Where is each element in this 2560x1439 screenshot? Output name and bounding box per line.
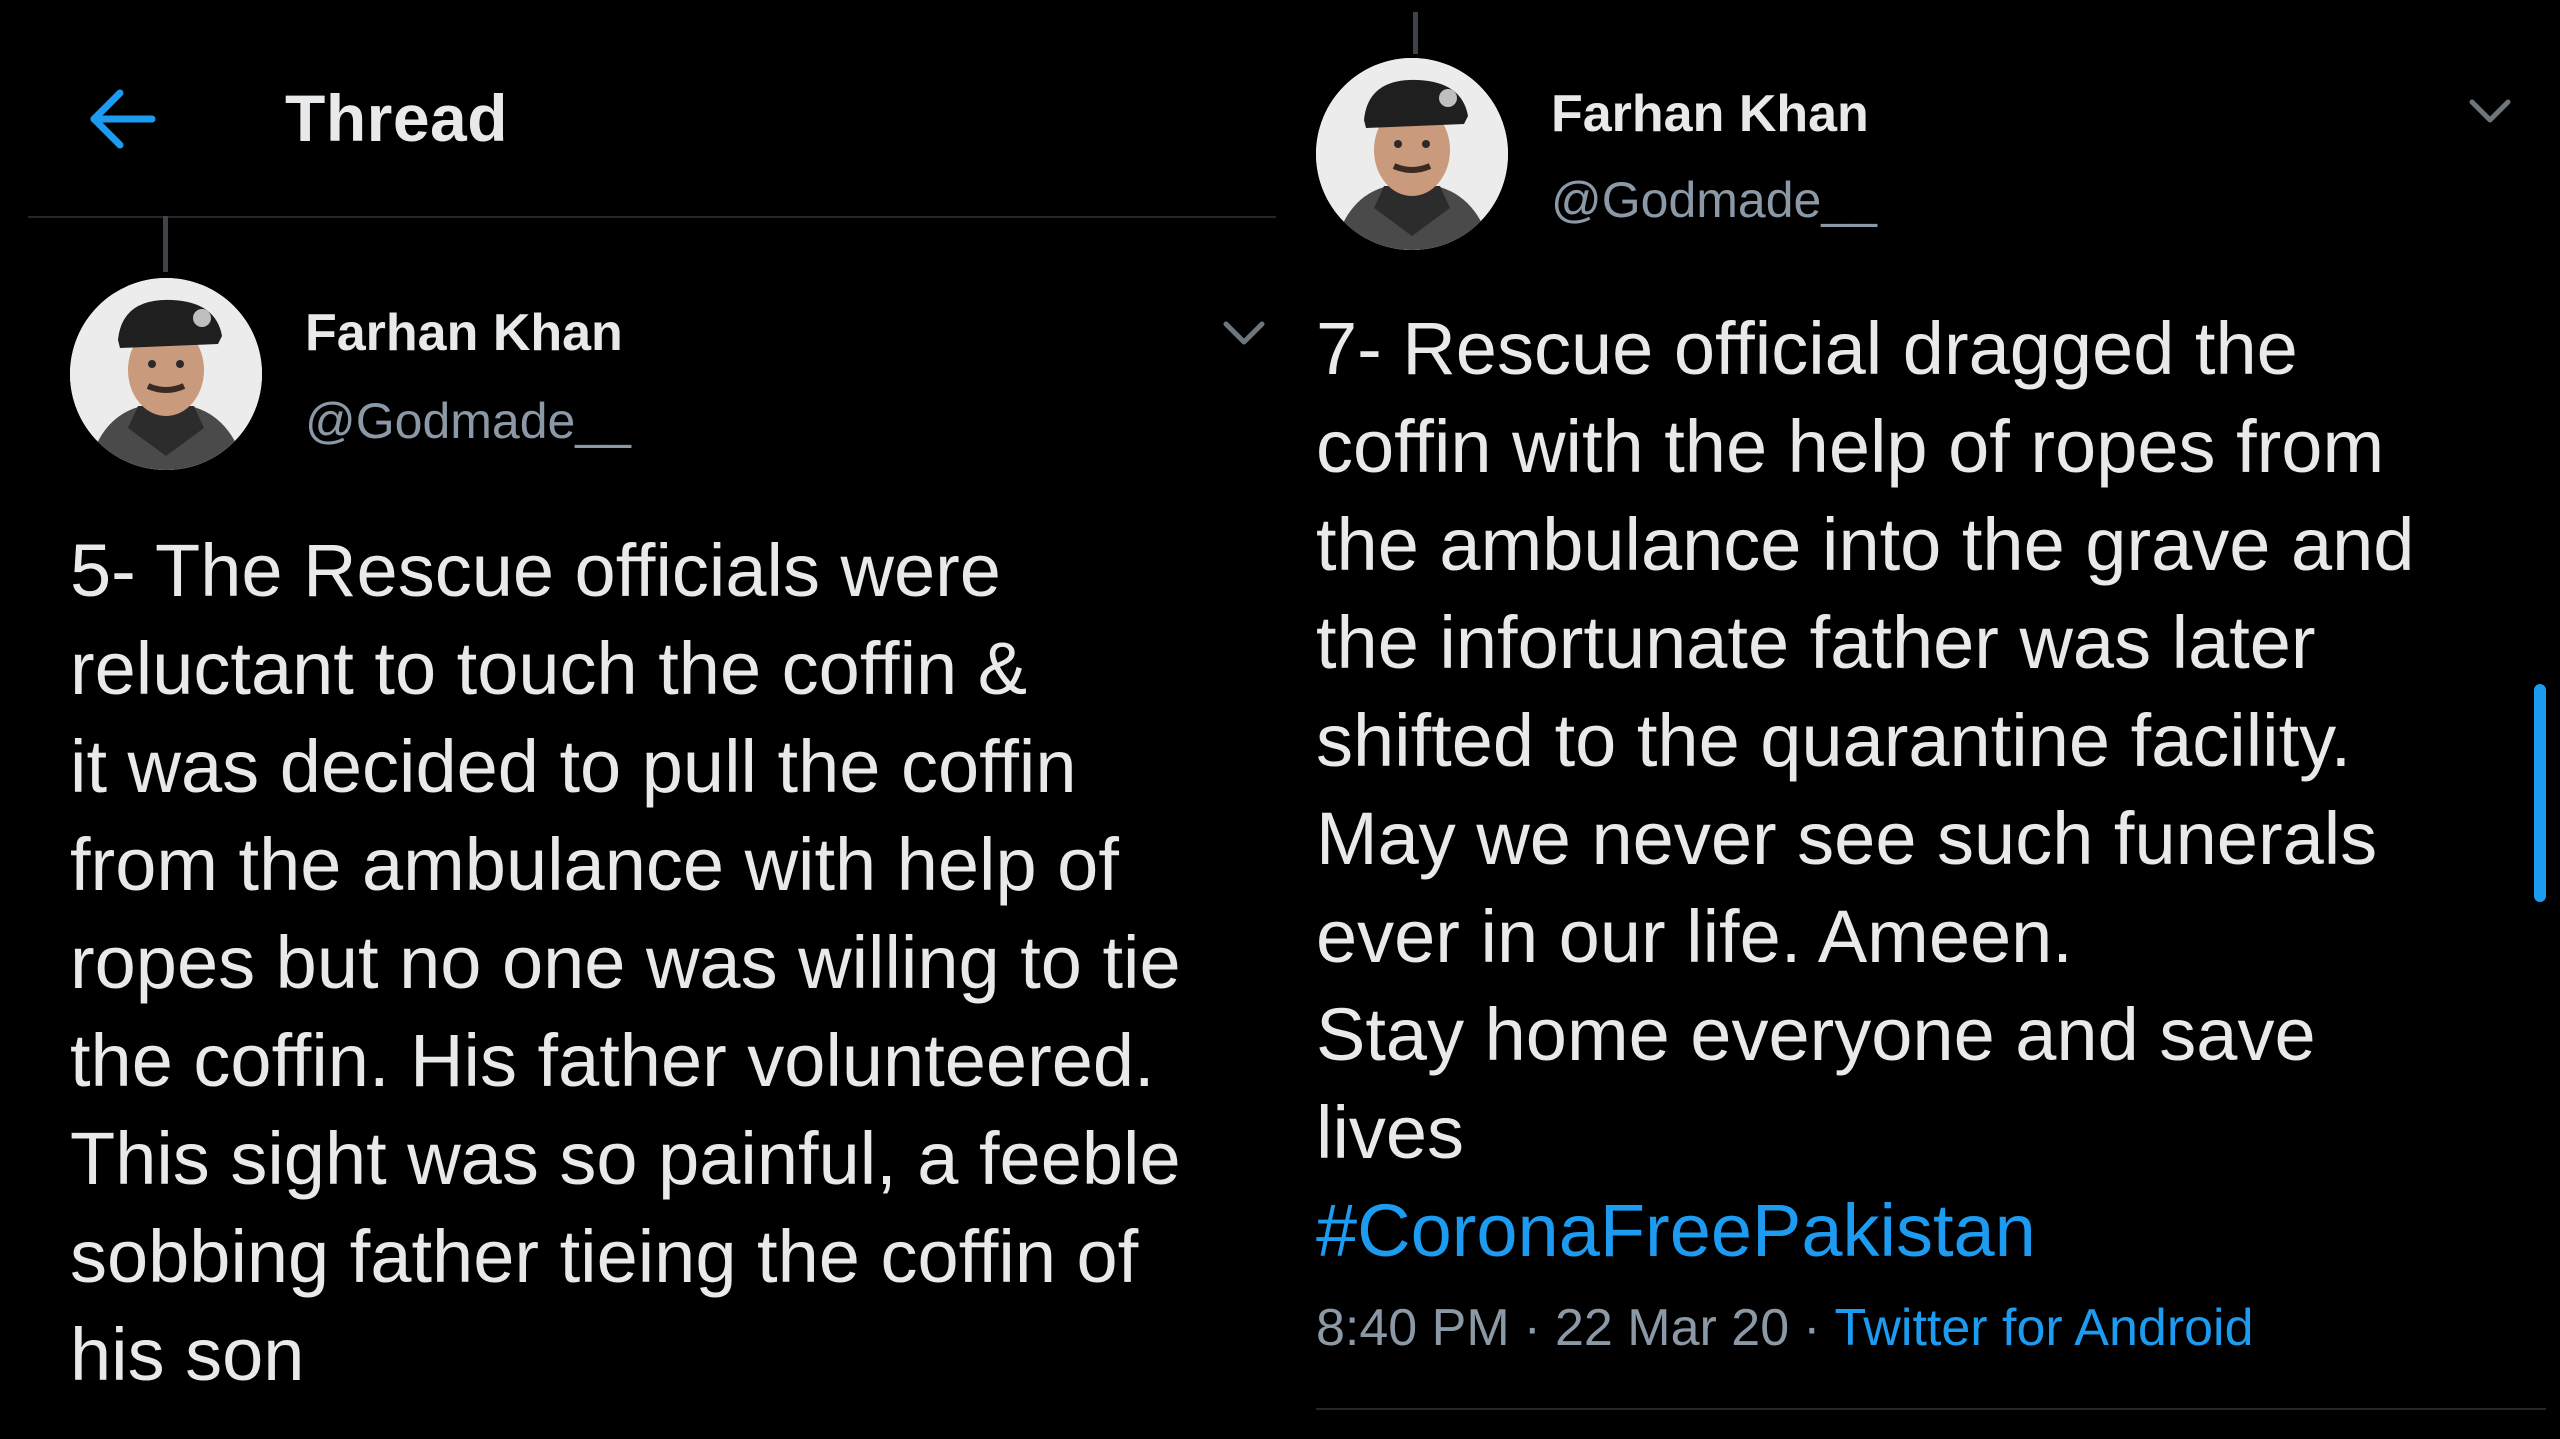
tweet-text-line: ever in our life. Ameen. (1316, 895, 2073, 978)
page-title: Thread (285, 81, 509, 155)
tweet-text-line: the ambulance into the grave and (1316, 503, 2415, 586)
user-display-name[interactable]: Farhan Khan (305, 303, 623, 363)
tweet-text-line: from the ambulance with help of (70, 823, 1119, 906)
tweet-text-line: May we never see such funerals (1316, 797, 2378, 880)
left-thread-panel: Thread Farhan Khan @Godmade__ 5- The Res… (0, 0, 1280, 1439)
avatar-image (1316, 58, 1508, 250)
tweet-text-line: the coffin. His father volunteered. (70, 1019, 1155, 1102)
avatar-image (70, 278, 262, 470)
tweet-date: 22 Mar 20 (1554, 1299, 1790, 1357)
meta-separator: · (1803, 1299, 1821, 1357)
header-divider (28, 216, 1276, 218)
avatar[interactable] (70, 278, 262, 470)
tweet-text-line: 7- Rescue official dragged the (1316, 307, 2298, 390)
tweet-text-line: ropes but no one was willing to tie (70, 921, 1181, 1004)
tweet-text-line: his son (70, 1313, 305, 1396)
tweet-source-link[interactable]: Twitter for Android (1834, 1299, 2253, 1357)
avatar[interactable] (1316, 58, 1508, 250)
tweet-text-line: reluctant to touch the coffin & (70, 627, 1028, 710)
user-handle[interactable]: @Godmade__ (1551, 171, 1877, 229)
tweet-text-line: Stay home everyone and save (1316, 993, 2316, 1076)
thread-connector-line (1413, 12, 1418, 54)
tweet-text-line: shifted to the quarantine facility. (1316, 699, 2352, 782)
user-handle[interactable]: @Godmade__ (305, 392, 631, 450)
tweet-text-line: 5- The Rescue officials were (70, 529, 1001, 612)
tweet-text-line: This sight was so painful, a feeble (70, 1117, 1181, 1200)
tweet-text-line: coffin with the help of ropes from (1316, 405, 2385, 488)
tweet-text-line: it was decided to pull the coffin (70, 725, 1077, 808)
arrow-left-icon[interactable] (88, 88, 158, 150)
tweet-text-line: lives (1316, 1091, 1465, 1174)
chevron-down-icon[interactable] (1222, 318, 1266, 348)
hashtag-link[interactable]: #CoronaFreePakistan (1316, 1182, 2414, 1280)
scrollbar-thumb[interactable] (2534, 684, 2546, 902)
tweet-metadata: 8:40 PM · 22 Mar 20 · Twitter for Android (1316, 1298, 2254, 1358)
tweet-text: 5- The Rescue officials were reluctant t… (70, 522, 1181, 1404)
thread-connector-line (163, 216, 168, 272)
user-display-name[interactable]: Farhan Khan (1551, 84, 1869, 144)
meta-separator: · (1523, 1299, 1541, 1357)
tweet-text-line: the infortunate father was later (1316, 601, 2316, 684)
chevron-down-icon[interactable] (2468, 96, 2512, 126)
tweet-text-line: sobbing father tieing the coffin of (70, 1215, 1139, 1298)
tweet-text: 7- Rescue official dragged the coffin wi… (1316, 300, 2414, 1280)
content-divider (1316, 1408, 2546, 1410)
right-thread-panel: Farhan Khan @Godmade__ 7- Rescue officia… (1280, 0, 2560, 1439)
tweet-time: 8:40 PM (1316, 1299, 1510, 1357)
